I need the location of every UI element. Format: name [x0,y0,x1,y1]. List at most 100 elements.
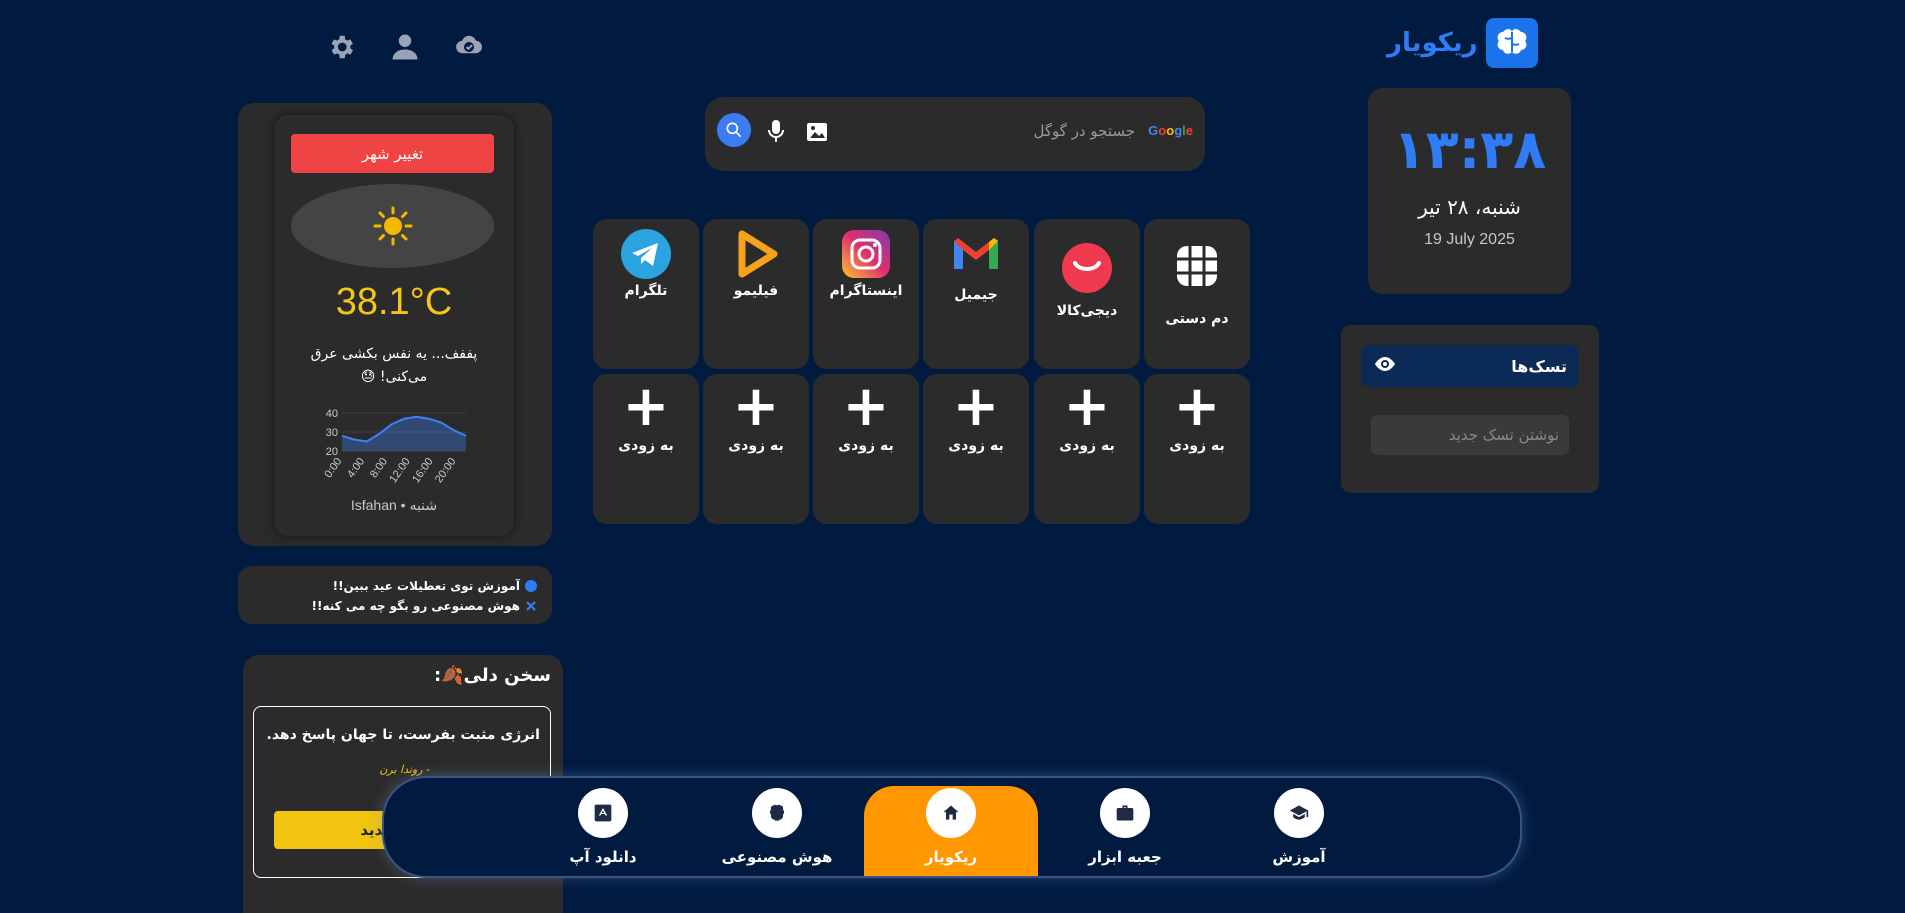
app-label: جیمیل [954,287,998,303]
chart-area [342,416,466,451]
clock-time: ۱۳:۳۸ [1392,118,1547,181]
app-store-icon [578,788,628,838]
temperature-chart: 20 30 40 0:00 4:00 8:0012:0016:0020:00 [322,408,467,485]
tasks-title: تسک‌ها [1511,356,1567,376]
chart-y-tick: 40 [326,408,338,420]
filimo-icon [731,229,781,279]
plus-icon: + [1173,374,1221,439]
app-label: دیجی‌کالا [1056,303,1118,319]
nav-learning[interactable]: آموزش [1212,786,1386,868]
bottom-navigation: دانلود آپ هوش مصنوعی ریکویار جعبه ابزار … [382,776,1522,878]
brain-icon [752,788,802,838]
logo-text: ریکویار [1387,28,1478,58]
app-label: به زودی [948,438,1004,454]
nav-home[interactable]: ریکویار [864,786,1038,876]
plus-icon: + [842,374,890,439]
search-button[interactable] [717,113,751,147]
app-logo[interactable]: ریکویار [1387,18,1538,68]
tasks-card: تسک‌ها [1341,325,1599,493]
news-card: آموزش توی تعطیلات عید ببین!! هوش مصنوعی … [238,566,552,624]
instagram-icon [841,229,891,279]
tasks-header: تسک‌ها [1361,345,1579,387]
chart-x-tick: 12:00 [387,456,413,485]
weather-badge-icon[interactable] [452,30,486,64]
nav-label: آموزش [1272,848,1326,866]
chart-x-tick: 16:00 [410,456,436,485]
plus-icon: + [732,374,780,439]
quote-text: انرژی مثبت بفرست، تا جهان پاسخ دهد. [266,727,541,743]
user-icon[interactable] [388,30,422,64]
image-search-icon[interactable] [805,121,829,147]
telegram-icon [621,229,671,279]
nav-ai[interactable]: هوش مصنوعی [690,786,864,868]
digikala-icon [1062,243,1112,293]
clock-date-persian: شنبه، ۲۸ تیر [1418,195,1521,219]
chart-x-tick: 20:00 [433,456,459,485]
app-label: به زودی [728,438,784,454]
app-tile-coming-soon[interactable]: + به زودی [703,374,809,524]
app-tile-coming-soon[interactable]: + به زودی [1144,374,1250,524]
quote-title: سخن دلی🍂: [434,665,551,686]
plus-icon: + [952,374,1000,439]
app-tile-filimo[interactable]: فیلیمو [703,219,809,369]
briefcase-icon [1100,788,1150,838]
search-bar: Google [705,97,1205,171]
gmail-icon [951,229,1001,279]
weather-message: پففف... یه نفس بکشی عرق می‌کنی! 😓 [310,346,478,385]
app-label: فیلیمو [733,283,779,299]
plus-icon: + [1063,374,1111,439]
weather-card: تغییر شهر 38.1°C پففف... یه نفس بکشی عرق… [274,115,514,536]
weather-widget: تغییر شهر 38.1°C پففف... یه نفس بکشی عرق… [238,103,552,546]
eye-icon[interactable] [1373,352,1397,380]
plus-icon: + [622,374,670,439]
clock-date-gregorian: 19 July 2025 [1424,231,1515,248]
close-icon [526,601,536,611]
app-label: اینستاگرام [829,283,903,299]
app-tile-digikala[interactable]: دیجی‌کالا [1034,219,1140,369]
news-item[interactable]: آموزش توی تعطیلات عید ببین!! [252,576,538,596]
app-label: به زودی [1059,438,1115,454]
brain-logo-icon [1485,18,1538,68]
temperature: 38.1°C [335,281,453,323]
app-tile-coming-soon[interactable]: + به زودی [923,374,1029,524]
app-label: تلگرام [624,283,668,299]
nav-toolbox[interactable]: جعبه ابزار [1038,786,1212,868]
app-label: به زودی [618,438,674,454]
chart-y-tick: 20 [326,446,338,458]
home-icon [926,788,976,838]
nav-download-app[interactable]: دانلود آپ [516,786,690,868]
app-label: دم دستی [1165,311,1229,327]
microphone-icon[interactable] [765,118,787,148]
grid-icon [1172,241,1222,291]
search-icon [726,122,742,138]
nav-label: دانلود آپ [569,848,637,866]
quote-author: - روندا برن [379,763,430,776]
nav-label: هوش مصنوعی [721,848,833,866]
chart-x-tick: 8:00 [368,456,390,480]
nav-label: ریکویار [924,848,978,866]
sun-icon [373,206,412,246]
settings-icon[interactable] [324,30,358,64]
app-tile-shortcuts[interactable]: دم دستی [1144,219,1250,369]
app-tile-coming-soon[interactable]: + به زودی [1034,374,1140,524]
news-item[interactable]: هوش مصنوعی رو بگو چه می کنه!! [252,596,538,616]
app-tile-instagram[interactable]: اینستاگرام [813,219,919,369]
search-input[interactable] [845,113,1135,149]
app-tile-telegram[interactable]: تلگرام [593,219,699,369]
app-label: به زودی [838,438,894,454]
nav-label: جعبه ابزار [1088,848,1162,866]
chart-x-tick: 4:00 [345,456,367,480]
graduation-cap-icon [1274,788,1324,838]
weather-condition [291,184,494,268]
brain-icon [525,580,537,592]
weather-location: Isfahan • شنبه [350,497,438,513]
clock-card: ۱۳:۳۸ شنبه، ۲۸ تیر 19 July 2025 [1368,88,1571,294]
app-tile-coming-soon[interactable]: + به زودی [813,374,919,524]
app-label: به زودی [1169,438,1225,454]
change-city-button[interactable]: تغییر شهر [291,134,494,173]
new-task-input[interactable] [1371,415,1569,455]
google-logo: Google [1148,123,1193,138]
app-tile-coming-soon[interactable]: + به زودی [593,374,699,524]
chart-y-tick: 30 [326,427,338,439]
app-tile-gmail[interactable]: جیمیل [923,219,1029,369]
